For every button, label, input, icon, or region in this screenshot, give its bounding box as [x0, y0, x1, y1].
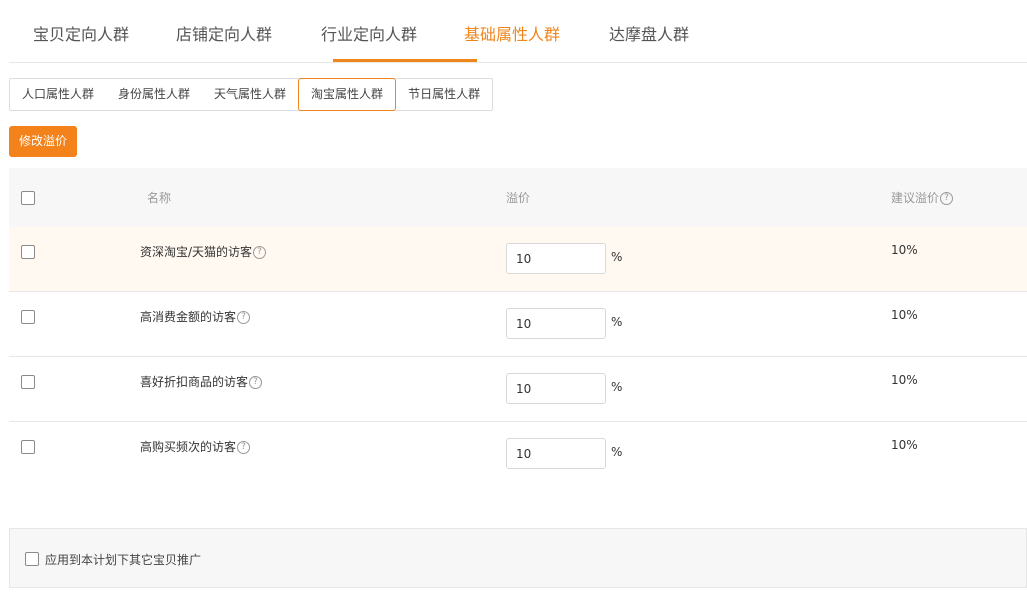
crowd-name: 喜好折扣商品的访客?: [140, 373, 263, 390]
suggested-premium: 10%: [891, 373, 918, 387]
header-name: 名称: [147, 191, 172, 205]
crowd-name: 高消费金额的访客?: [140, 308, 251, 325]
select-all-checkbox[interactable]: [21, 191, 35, 205]
crowd-name-label: 喜好折扣商品的访客: [140, 375, 249, 389]
table-header: 名称 溢价 建议溢价?: [9, 168, 1027, 227]
tab-shop-crowd[interactable]: 店铺定向人群: [176, 24, 272, 46]
percent-unit: %: [611, 445, 623, 459]
apply-to-others-checkbox[interactable]: [25, 552, 39, 566]
premium-input[interactable]: 10: [506, 438, 606, 469]
header-premium: 溢价: [506, 191, 531, 205]
crowd-targeting-panel: 宝贝定向人群 店铺定向人群 行业定向人群 基础属性人群 达摩盘人群 人口属性人群…: [0, 0, 1027, 612]
suggested-premium: 10%: [891, 243, 918, 257]
crowd-name: 资深淘宝/天猫的访客?: [140, 243, 267, 260]
apply-to-others-label[interactable]: 应用到本计划下其它宝贝推广: [45, 551, 201, 568]
modify-premium-button[interactable]: 修改溢价: [9, 126, 77, 157]
help-icon[interactable]: ?: [940, 192, 954, 205]
subtab-demographic[interactable]: 人口属性人群: [10, 79, 106, 110]
active-tab-underline: [333, 59, 477, 62]
premium-table: 名称 溢价 建议溢价? 资深淘宝/天猫的访客? 10 % 10% 高消费金额的访…: [9, 168, 1027, 487]
table-row: 喜好折扣商品的访客? 10 % 10%: [9, 357, 1027, 422]
top-tab-bar: 宝贝定向人群 店铺定向人群 行业定向人群 基础属性人群 达摩盘人群: [9, 0, 1027, 63]
crowd-name-label: 高消费金额的访客: [140, 310, 237, 324]
help-icon[interactable]: ?: [253, 246, 267, 259]
suggested-premium: 10%: [891, 308, 918, 322]
subtab-holiday[interactable]: 节日属性人群: [396, 79, 492, 110]
header-suggested: 建议溢价?: [891, 189, 954, 206]
tab-item-crowd[interactable]: 宝贝定向人群: [33, 24, 129, 46]
crowd-name: 高购买频次的访客?: [140, 438, 251, 455]
help-icon[interactable]: ?: [249, 376, 263, 389]
premium-input[interactable]: 10: [506, 308, 606, 339]
premium-input[interactable]: 10: [506, 373, 606, 404]
tab-industry-crowd[interactable]: 行业定向人群: [321, 24, 417, 46]
suggested-premium: 10%: [891, 438, 918, 452]
row-checkbox[interactable]: [21, 310, 35, 324]
tab-basic-attribute-crowd[interactable]: 基础属性人群: [464, 24, 560, 46]
subtab-identity[interactable]: 身份属性人群: [106, 79, 202, 110]
percent-unit: %: [611, 380, 623, 394]
tab-damopan-crowd[interactable]: 达摩盘人群: [609, 24, 689, 46]
percent-unit: %: [611, 250, 623, 264]
table-row: 高购买频次的访客? 10 % 10%: [9, 422, 1027, 487]
subtab-weather[interactable]: 天气属性人群: [202, 79, 298, 110]
crowd-name-label: 高购买频次的访客: [140, 440, 237, 454]
header-suggested-label: 建议溢价: [891, 191, 940, 205]
apply-footer: 应用到本计划下其它宝贝推广: [9, 528, 1027, 588]
help-icon[interactable]: ?: [237, 441, 251, 454]
premium-input[interactable]: 10: [506, 243, 606, 274]
table-row: 高消费金额的访客? 10 % 10%: [9, 292, 1027, 357]
row-checkbox[interactable]: [21, 440, 35, 454]
crowd-name-label: 资深淘宝/天猫的访客: [140, 245, 253, 259]
row-checkbox[interactable]: [21, 245, 35, 259]
table-row: 资深淘宝/天猫的访客? 10 % 10%: [9, 227, 1027, 292]
sub-tab-bar: 人口属性人群 身份属性人群 天气属性人群 淘宝属性人群 节日属性人群: [9, 78, 494, 111]
subtab-taobao[interactable]: 淘宝属性人群: [298, 78, 397, 111]
percent-unit: %: [611, 315, 623, 329]
help-icon[interactable]: ?: [237, 311, 251, 324]
row-checkbox[interactable]: [21, 375, 35, 389]
